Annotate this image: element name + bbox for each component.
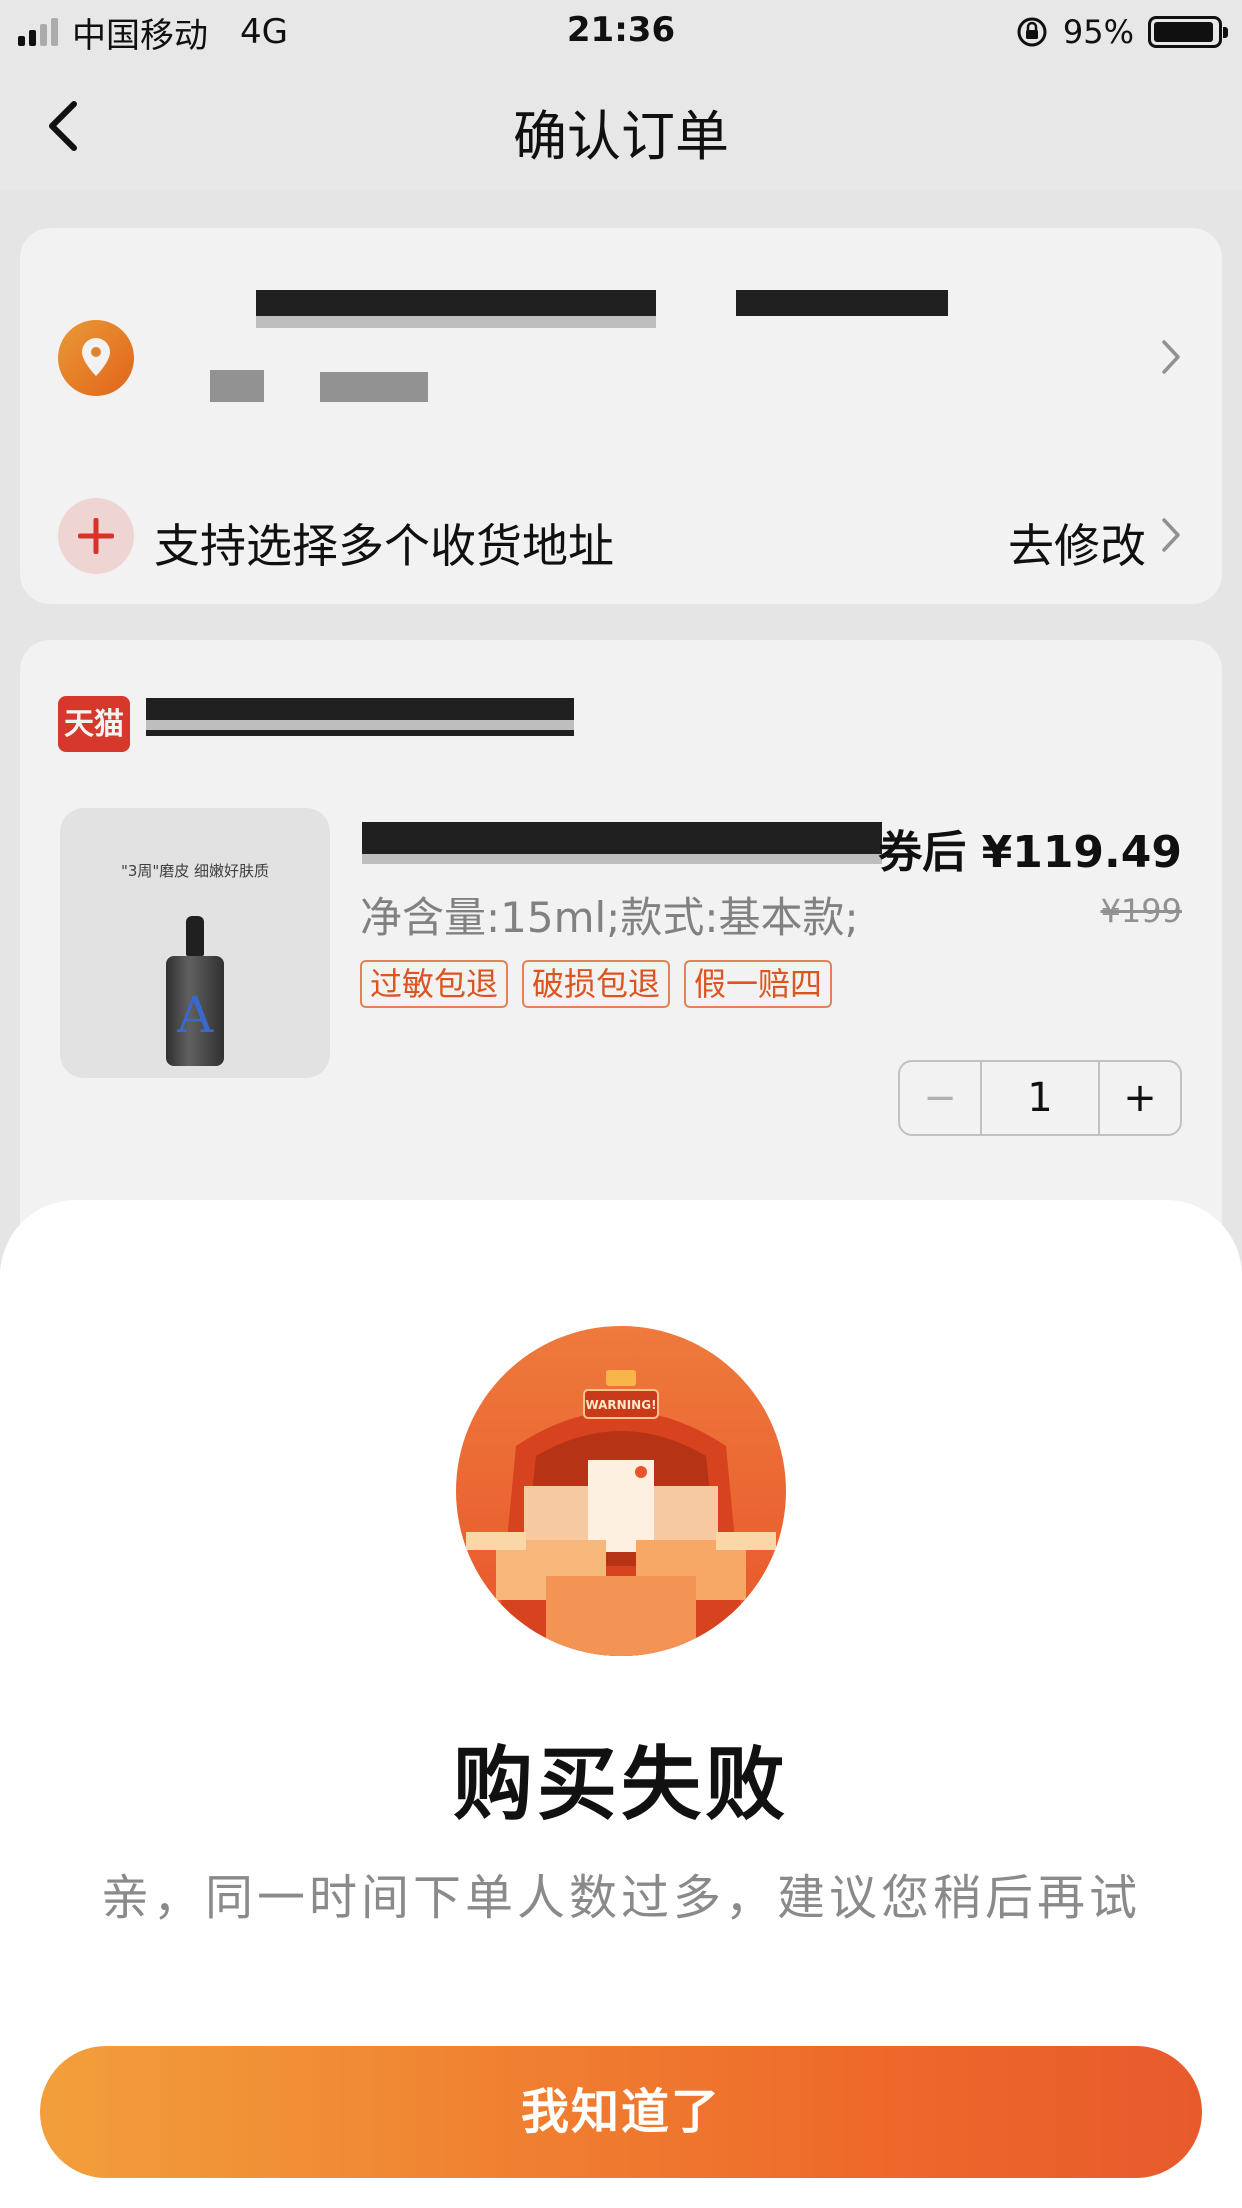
- warning-delivery-truck-illustration: WARNING!: [456, 1326, 786, 1656]
- confirm-button[interactable]: 我知道了: [40, 2046, 1202, 2178]
- dialog-title: 购买失败: [453, 1738, 789, 1831]
- dialog-message: 亲，同一时间下单人数过多，建议您稍后再试: [100, 1870, 1141, 1926]
- purchase-failed-dialog: WARNING! 购买失败 亲，同一时间下单人数过多，建议您稍后再试 我知道了: [0, 1200, 1242, 2208]
- warning-sign-text: WARNING!: [585, 1398, 656, 1412]
